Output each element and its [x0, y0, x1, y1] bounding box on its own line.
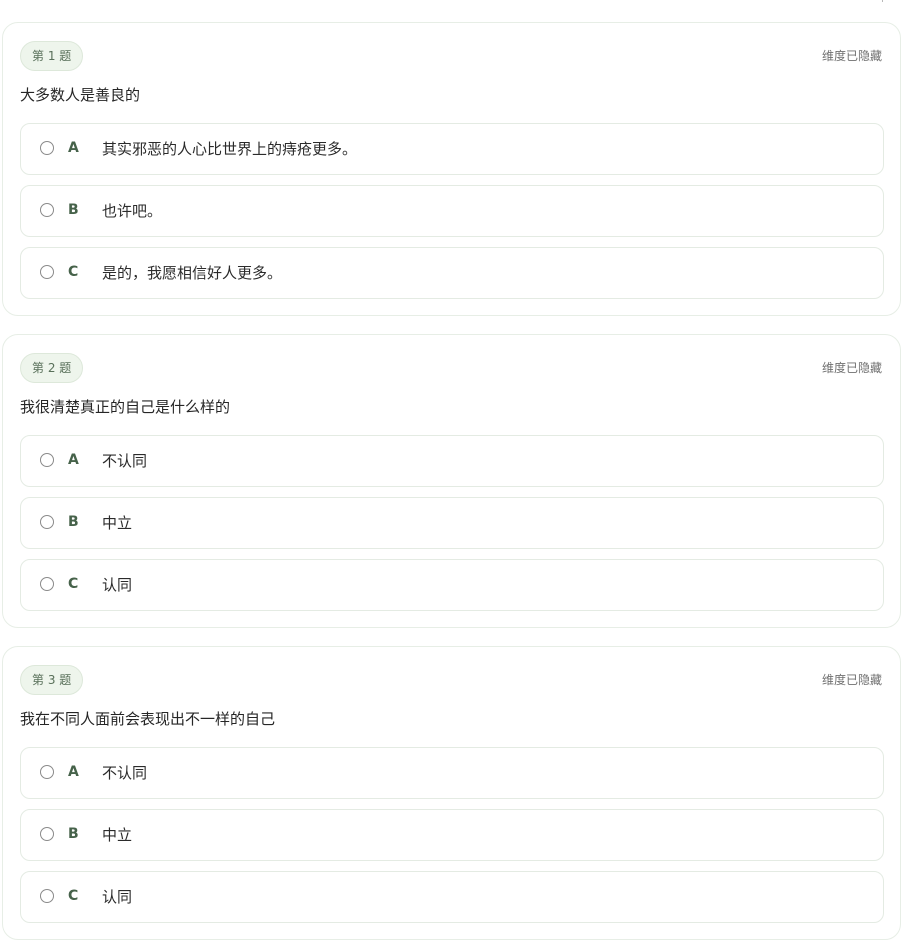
option-label: 不认同 [102, 452, 148, 470]
option-b[interactable]: B 也许吧。 [20, 185, 884, 237]
question-card-3: 第 3 题 维度已隐藏 我在不同人面前会表现出不一样的自己 A 不认同 B 中立… [2, 646, 901, 940]
option-label: 其实邪恶的人心比世界上的痔疮更多。 [102, 140, 358, 158]
question-title: 我在不同人面前会表现出不一样的自己 [20, 710, 276, 728]
option-label: 是的，我愿相信好人更多。 [102, 264, 283, 282]
option-letter: A [68, 140, 79, 156]
question-title: 我很清楚真正的自己是什么样的 [20, 398, 231, 416]
option-b[interactable]: B 中立 [20, 809, 884, 861]
radio-icon[interactable] [40, 453, 54, 467]
option-label: 不认同 [102, 764, 148, 782]
option-letter: B [68, 826, 79, 842]
question-card-1: 第 1 题 维度已隐藏 大多数人是善良的 A 其实邪恶的人心比世界上的痔疮更多。… [2, 22, 901, 316]
radio-icon[interactable] [40, 141, 54, 155]
option-letter: A [68, 764, 79, 780]
option-c[interactable]: C 认同 [20, 871, 884, 923]
option-label: 认同 [102, 888, 133, 906]
option-label: 认同 [102, 576, 133, 594]
scroll-indicator [882, 0, 883, 2]
question-title: 大多数人是善良的 [20, 86, 141, 104]
option-b[interactable]: B 中立 [20, 497, 884, 549]
option-letter: B [68, 514, 79, 530]
radio-icon[interactable] [40, 765, 54, 779]
option-c[interactable]: C 认同 [20, 559, 884, 611]
radio-icon[interactable] [40, 889, 54, 903]
option-letter: C [68, 576, 79, 592]
dimension-hidden-note: 维度已隐藏 [821, 361, 882, 375]
option-letter: A [68, 452, 79, 468]
question-card-2: 第 2 题 维度已隐藏 我很清楚真正的自己是什么样的 A 不认同 B 中立 C … [2, 334, 901, 628]
option-a[interactable]: A 其实邪恶的人心比世界上的痔疮更多。 [20, 123, 884, 175]
option-c[interactable]: C 是的，我愿相信好人更多。 [20, 247, 884, 299]
question-number-badge: 第 2 题 [20, 353, 84, 383]
option-letter: C [68, 264, 79, 280]
option-label: 也许吧。 [102, 202, 163, 220]
radio-icon[interactable] [40, 577, 54, 591]
question-number-badge: 第 1 题 [20, 41, 84, 71]
question-number-badge: 第 3 题 [20, 665, 84, 695]
dimension-hidden-note: 维度已隐藏 [821, 673, 882, 687]
option-label: 中立 [102, 826, 133, 844]
radio-icon[interactable] [40, 203, 54, 217]
dimension-hidden-note: 维度已隐藏 [821, 49, 882, 63]
radio-icon[interactable] [40, 265, 54, 279]
option-a[interactable]: A 不认同 [20, 435, 884, 487]
option-letter: C [68, 888, 79, 904]
option-letter: B [68, 202, 79, 218]
option-a[interactable]: A 不认同 [20, 747, 884, 799]
radio-icon[interactable] [40, 827, 54, 841]
option-label: 中立 [102, 514, 133, 532]
radio-icon[interactable] [40, 515, 54, 529]
